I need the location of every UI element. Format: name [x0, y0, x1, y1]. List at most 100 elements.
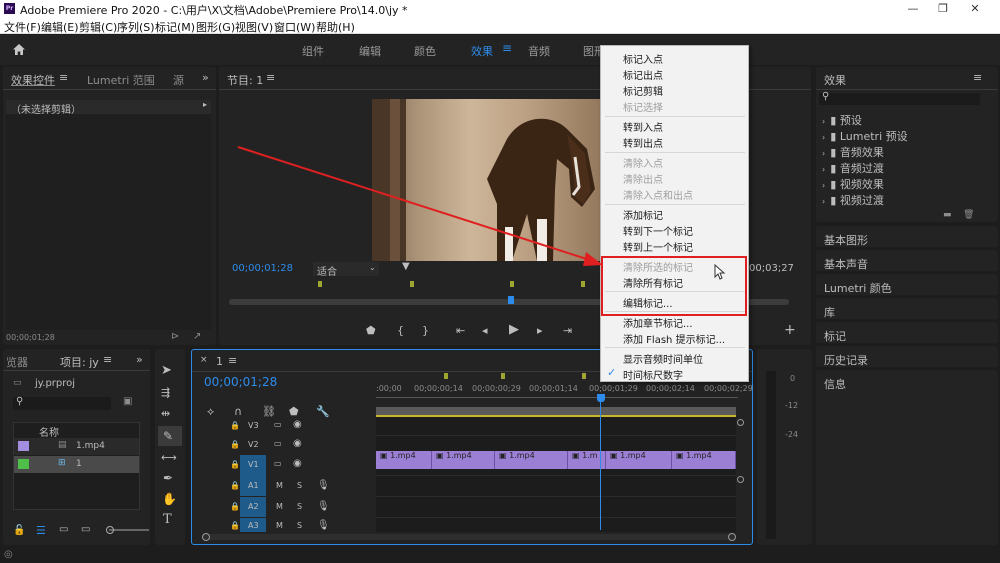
menu-edit[interactable]: 编辑(E): [41, 19, 79, 35]
menu-item-mark-in[interactable]: 标记入点: [623, 51, 663, 66]
zoom-slider-handle[interactable]: [106, 526, 114, 534]
scroll-handle-left[interactable]: [202, 533, 210, 541]
list-view-icon[interactable]: ☰: [36, 524, 46, 537]
effects-folder[interactable]: › ▮ 预设: [822, 112, 908, 128]
more-panels-icon[interactable]: »: [202, 71, 209, 84]
workspace-tab-audio[interactable]: 音频: [528, 43, 550, 59]
ripple-edit-tool-icon[interactable]: ⇹: [161, 407, 170, 420]
go-to-out-icon[interactable]: ⇥: [563, 324, 572, 337]
marker[interactable]: [444, 373, 448, 379]
menu-item-mark-out[interactable]: 标记出点: [623, 67, 663, 82]
mute-button[interactable]: M: [276, 502, 283, 511]
effects-search-input[interactable]: [819, 93, 980, 105]
program-timecode[interactable]: 00;00;01;28: [232, 263, 293, 274]
solo-button[interactable]: S: [297, 481, 302, 490]
slip-tool-icon[interactable]: ⟷: [161, 451, 177, 464]
program-playhead[interactable]: [508, 296, 514, 304]
more-panels-icon[interactable]: »: [136, 353, 143, 366]
effects-folder[interactable]: › ▮ 视频效果: [822, 176, 908, 192]
mark-in-icon[interactable]: {: [397, 324, 404, 337]
selection-tool-icon[interactable]: ➤: [161, 363, 172, 378]
eye-icon[interactable]: ◉: [293, 419, 302, 430]
find-icon[interactable]: ▣: [123, 396, 132, 407]
workspace-tab-editing[interactable]: 编辑: [359, 43, 381, 59]
lock-icon[interactable]: 🔓: [13, 525, 25, 536]
timeline-clip[interactable]: ▣ 1.mp4: [495, 451, 568, 469]
panel-menu-icon[interactable]: ≡: [59, 71, 68, 84]
program-title[interactable]: 节目: 1: [227, 72, 263, 88]
track-select-tool-icon[interactable]: ⇶: [161, 386, 170, 399]
lock-icon[interactable]: 🔒: [230, 460, 240, 469]
playhead-handle-icon[interactable]: ▼: [402, 261, 410, 272]
mute-button[interactable]: M: [276, 481, 283, 490]
menu-item-add-marker[interactable]: 添加标记: [623, 207, 663, 222]
filter-icon[interactable]: ⊳: [171, 331, 179, 342]
workspace-tab-effects[interactable]: 效果: [471, 43, 493, 59]
panel-lumetri-color[interactable]: Lumetri 颜色: [816, 274, 998, 295]
effects-folder[interactable]: › ▮ Lumetri 预设: [822, 128, 908, 144]
razor-tool-icon[interactable]: ✎: [163, 429, 173, 443]
track-label[interactable]: A1: [248, 481, 259, 490]
microphone-icon[interactable]: 🎙: [317, 520, 330, 531]
sequence-tab[interactable]: 1: [216, 355, 223, 368]
type-tool-icon[interactable]: T: [163, 512, 172, 527]
lock-icon[interactable]: 🔒: [230, 421, 240, 430]
go-to-in-icon[interactable]: ⇤: [456, 324, 465, 337]
lock-icon[interactable]: 🔒: [230, 481, 240, 490]
microphone-icon[interactable]: 🎙: [317, 501, 330, 512]
column-name-header[interactable]: 名称: [39, 424, 59, 439]
menu-item-previous-marker[interactable]: 转到上一个标记: [623, 239, 693, 254]
microphone-icon[interactable]: 🎙: [317, 480, 330, 491]
panel-info[interactable]: 信息: [816, 370, 998, 545]
button-editor-icon[interactable]: +: [784, 322, 796, 338]
menu-item-time-ruler-numbers[interactable]: 时间标尺数字: [623, 367, 683, 382]
timeline-playhead-line[interactable]: [600, 402, 601, 530]
zoom-slider[interactable]: [109, 529, 149, 531]
timeline-clip[interactable]: ▣ 1.mp4: [432, 451, 495, 469]
vertical-zoom-handle[interactable]: [737, 419, 744, 426]
effects-folder[interactable]: › ▮ 视频过渡: [822, 192, 908, 208]
menu-sequence[interactable]: 序列(S): [117, 19, 155, 35]
add-marker-icon[interactable]: ⬟: [366, 324, 376, 337]
horizontal-scrollbar[interactable]: [202, 534, 736, 540]
lock-icon[interactable]: 🔒: [230, 502, 240, 511]
sync-lock-icon[interactable]: ▭: [274, 439, 282, 448]
mute-button[interactable]: M: [276, 521, 283, 530]
timeline-playhead-handle[interactable]: [597, 394, 605, 402]
menu-item-go-to-out[interactable]: 转到出点: [623, 135, 663, 150]
tab-project[interactable]: 项目: jy: [60, 354, 99, 370]
panel-libraries[interactable]: 库: [816, 298, 998, 319]
delete-icon[interactable]: 🗑: [963, 210, 974, 220]
track-label[interactable]: V1: [248, 460, 259, 469]
marker[interactable]: [510, 281, 514, 287]
workspace-tab-color[interactable]: 颜色: [414, 43, 436, 59]
menu-item-next-marker[interactable]: 转到下一个标记: [623, 223, 693, 238]
mark-out-icon[interactable]: }: [422, 324, 429, 337]
timeline-menu-icon[interactable]: ≡: [228, 354, 237, 367]
restore-button[interactable]: ❐: [928, 1, 958, 17]
marker[interactable]: [410, 281, 414, 287]
effects-folder[interactable]: › ▮ 音频过渡: [822, 160, 908, 176]
panel-essential-graphics[interactable]: 基本图形: [816, 226, 998, 247]
freeform-view-icon[interactable]: ▭: [81, 524, 90, 535]
track-label[interactable]: V3: [248, 421, 259, 430]
step-back-icon[interactable]: ◂: [482, 324, 488, 337]
export-frame-icon[interactable]: ↗: [193, 331, 201, 342]
marker[interactable]: [582, 373, 586, 379]
minimize-button[interactable]: —: [898, 1, 928, 17]
sync-lock-icon[interactable]: ▭: [274, 420, 282, 429]
tab-effect-controls[interactable]: 效果控件: [11, 72, 55, 88]
icon-view-icon[interactable]: ▭: [59, 524, 68, 535]
menu-clip[interactable]: 剪辑(C): [79, 19, 117, 35]
effects-folder[interactable]: › ▮ 音频效果: [822, 144, 908, 160]
hand-tool-icon[interactable]: ✋: [162, 492, 177, 506]
project-menu-icon[interactable]: ≡: [103, 353, 112, 366]
vertical-zoom-handle[interactable]: [737, 476, 744, 483]
track-label[interactable]: A2: [248, 502, 259, 511]
track-label[interactable]: A3: [248, 521, 259, 530]
menu-help[interactable]: 帮助(H): [316, 19, 355, 35]
panel-essential-sound[interactable]: 基本声音: [816, 250, 998, 271]
panel-markers[interactable]: 标记: [816, 322, 998, 343]
video-frame[interactable]: [372, 99, 617, 261]
eye-icon[interactable]: ◉: [293, 438, 302, 449]
